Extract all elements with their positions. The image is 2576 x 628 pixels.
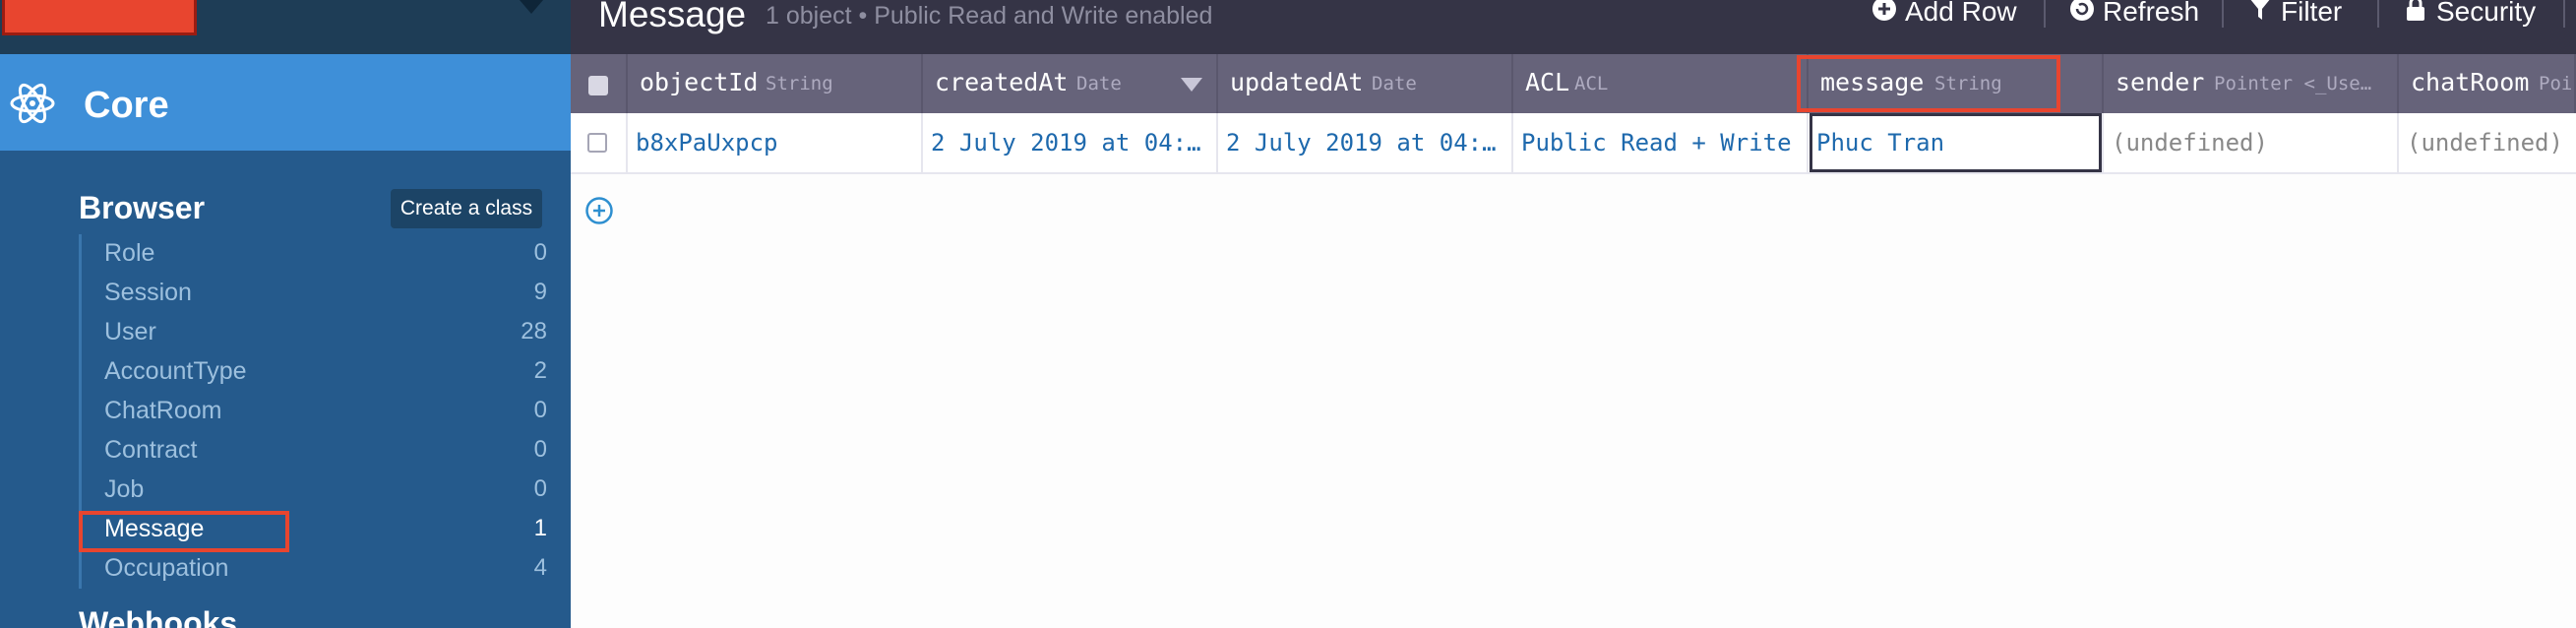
column-name: updatedAt [1230, 68, 1364, 96]
column-name: ACL [1525, 68, 1570, 96]
class-count: 2 [533, 357, 547, 384]
select-all-checkbox[interactable] [588, 76, 608, 95]
core-section-title: Core [84, 85, 169, 126]
cell-chatroom[interactable]: (undefined) [2399, 113, 2576, 172]
cell-value: 2 July 2019 at 04:… [931, 129, 1201, 157]
security-button[interactable]: Security [2436, 0, 2536, 28]
class-count: 0 [533, 436, 547, 463]
column-header-acl[interactable]: ACL ACL [1513, 54, 1809, 113]
page-subtitle: 1 object • Public Read and Write enabled [766, 2, 1213, 30]
cell-updatedat[interactable]: 2 July 2019 at 04:… [1218, 113, 1513, 172]
class-name: Job [104, 475, 145, 503]
row-select-cell [571, 113, 628, 172]
class-item-job[interactable]: Job 0 [82, 471, 552, 510]
webhooks-title[interactable]: Webhooks [79, 605, 237, 628]
column-type: Date [1076, 73, 1122, 94]
add-row-icon[interactable] [584, 196, 614, 225]
table-row: b8xPaUxpcp 2 July 2019 at 04:… 2 July 20… [571, 113, 2576, 174]
selected-cell-outline [1809, 113, 2102, 172]
sort-descending-icon[interactable] [1181, 78, 1202, 92]
toolbar-divider [2377, 0, 2379, 28]
column-header-chatroom[interactable]: chatRoom Poi [2399, 54, 2576, 113]
add-row-button[interactable]: Add Row [1905, 0, 2017, 28]
cell-createdat[interactable]: 2 July 2019 at 04:… [923, 113, 1218, 172]
column-name: sender [2116, 68, 2205, 96]
app-switcher[interactable] [0, 0, 571, 54]
chevron-down-icon[interactable] [520, 0, 543, 14]
class-name: User [104, 318, 156, 345]
class-count: 4 [533, 554, 547, 581]
column-name: chatRoom [2411, 68, 2530, 96]
cell-value: (undefined) [2407, 129, 2563, 157]
class-name: Occupation [104, 554, 229, 582]
class-item-accounttype[interactable]: AccountType 2 [82, 352, 552, 392]
cell-objectid[interactable]: b8xPaUxpcp [628, 113, 923, 172]
column-name: createdAt [935, 68, 1069, 96]
cell-value: b8xPaUxpcp [636, 129, 778, 157]
class-item-session[interactable]: Session 9 [82, 274, 552, 313]
redacted-app-name [2, 0, 197, 35]
class-item-contract[interactable]: Contract 0 [82, 431, 552, 471]
column-type: Pointer <_Use… [2214, 73, 2372, 94]
column-name: objectId [640, 68, 759, 96]
select-all-cell [571, 54, 628, 113]
column-type: String [766, 73, 833, 94]
column-header-createdat[interactable]: createdAt Date [923, 54, 1218, 113]
refresh-button[interactable]: Refresh [2103, 0, 2199, 28]
class-item-chatroom[interactable]: ChatRoom 0 [82, 392, 552, 431]
message-column-highlight [1797, 55, 2060, 112]
lock-icon[interactable] [2403, 0, 2428, 22]
toolbar: Message 1 object • Public Read and Write… [571, 0, 2576, 54]
cell-value: (undefined) [2112, 129, 2268, 157]
cell-acl[interactable]: Public Read + Write [1513, 113, 1809, 172]
class-count: 0 [533, 239, 547, 266]
class-count: 9 [533, 279, 547, 305]
plus-circle-icon[interactable] [1871, 0, 1897, 22]
toolbar-divider [2222, 0, 2224, 28]
column-type: Date [1372, 73, 1417, 94]
sidebar: Core Browser Create a class Role 0 Sessi… [0, 0, 571, 628]
column-type: ACL [1574, 73, 1609, 94]
class-name: ChatRoom [104, 397, 222, 424]
class-count: 0 [533, 475, 547, 502]
class-name: AccountType [104, 357, 247, 385]
table-header: objectId String createdAt Date updatedAt… [571, 54, 2576, 113]
page-title: Message [598, 0, 747, 34]
class-count: 28 [521, 318, 547, 345]
cell-value: 2 July 2019 at 04:… [1226, 129, 1497, 157]
class-count: 1 [533, 515, 547, 541]
class-item-role[interactable]: Role 0 [82, 234, 552, 274]
filter-icon[interactable] [2247, 0, 2273, 22]
create-class-button[interactable]: Create a class [391, 189, 542, 228]
class-item-user[interactable]: User 28 [82, 313, 552, 352]
column-header-objectid[interactable]: objectId String [628, 54, 923, 113]
row-checkbox[interactable] [587, 133, 607, 153]
message-class-highlight [79, 511, 289, 552]
column-header-sender[interactable]: sender Pointer <_Use… [2104, 54, 2399, 113]
filter-button[interactable]: Filter [2281, 0, 2342, 28]
class-count: 0 [533, 397, 547, 423]
refresh-icon[interactable] [2069, 0, 2095, 22]
column-header-updatedat[interactable]: updatedAt Date [1218, 54, 1513, 113]
class-item-occupation[interactable]: Occupation 4 [82, 549, 552, 589]
cell-sender[interactable]: (undefined) [2104, 113, 2399, 172]
class-name: Session [104, 279, 192, 306]
browser-title: Browser [79, 190, 206, 225]
class-name: Contract [104, 436, 198, 464]
toolbar-divider [2044, 0, 2046, 28]
class-name: Role [104, 239, 155, 267]
toolbar-divider [2563, 0, 2565, 28]
cell-value: Public Read + Write [1521, 129, 1792, 157]
atom-icon [10, 83, 55, 124]
column-type: Poi [2539, 73, 2573, 94]
